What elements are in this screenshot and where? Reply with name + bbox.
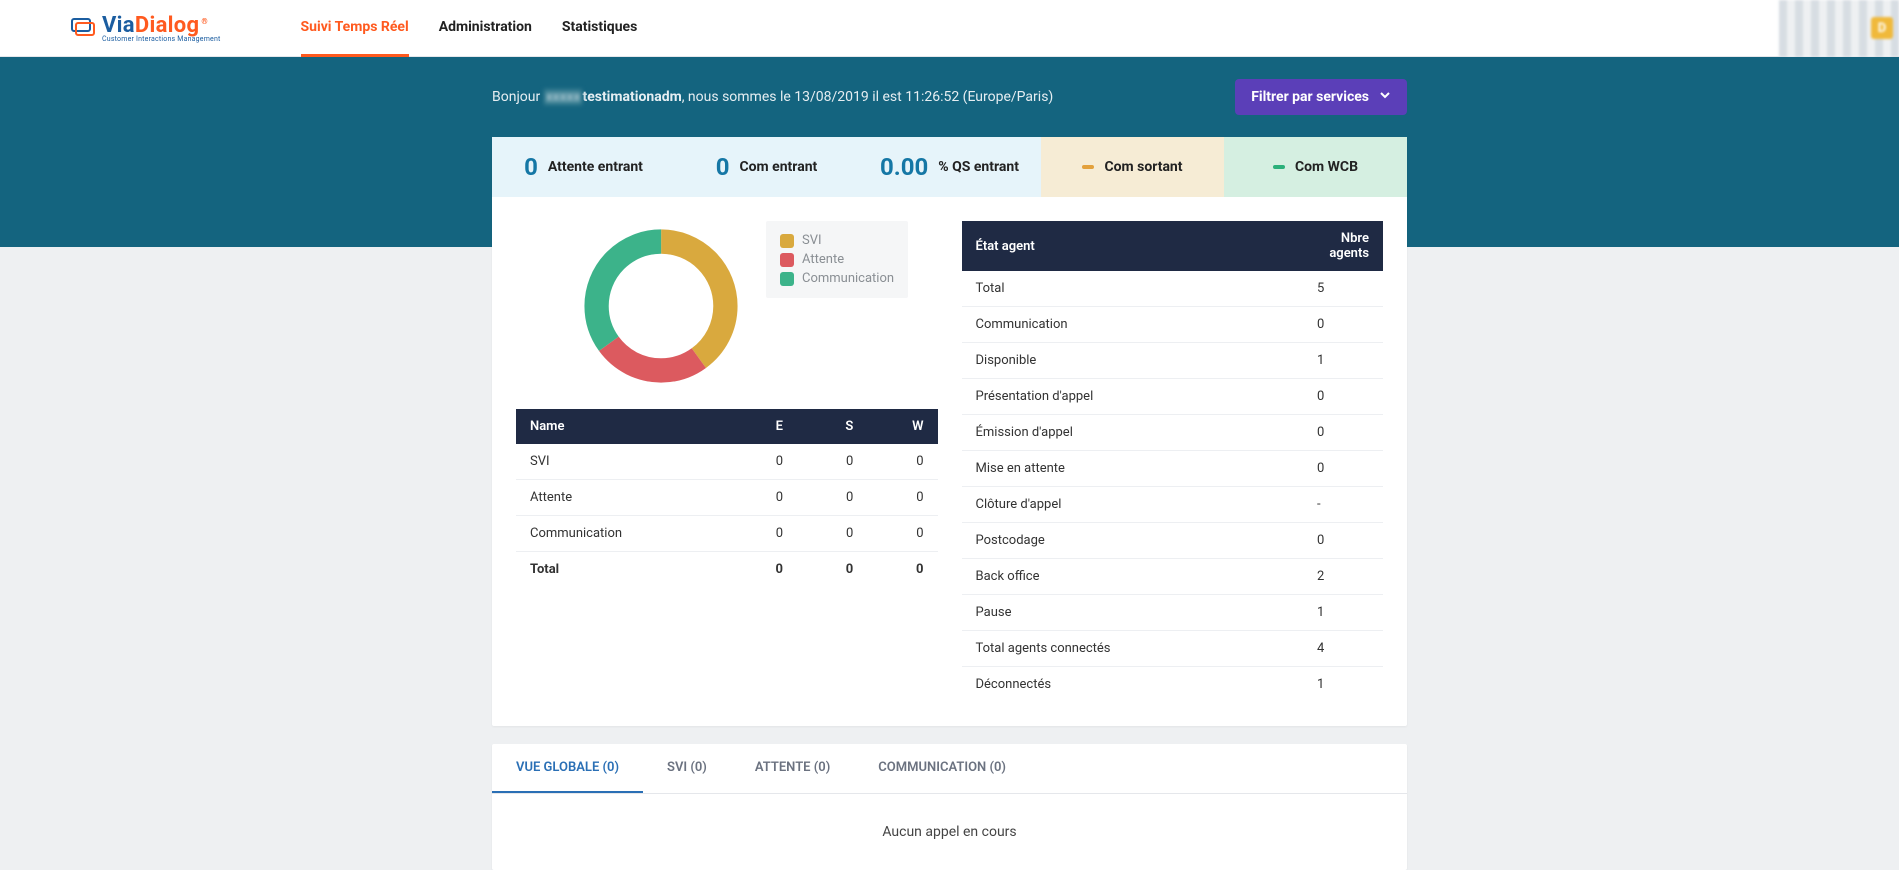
filter-services-label: Filtrer par services [1251,89,1369,105]
brand-tagline: Customer Interactions Management [102,35,221,43]
tab-attente[interactable]: ATTENTE (0) [731,744,854,793]
logo-icon [70,15,96,41]
legend-item-communication: Communication [780,269,894,288]
kpi-label: Attente entrant [548,159,643,175]
kpi-com-sortant: Com sortant [1041,137,1224,197]
table-row: Postcodage0 [962,523,1384,559]
kpi-value: 0.00 [880,153,928,181]
chevron-down-icon [1379,89,1391,105]
table-row: Back office2 [962,559,1384,595]
kpi-row: 0 Attente entrant 0 Com entrant 0.00 % Q… [492,137,1407,197]
kpi-attente-entrant: 0 Attente entrant [492,137,675,197]
th-name: Name [516,409,727,444]
table-row: SVI 0 0 0 [516,444,938,480]
table-row: Attente 0 0 0 [516,480,938,516]
table-row-total: Total 0 0 0 [516,552,938,588]
kpi-qs-entrant: 0.00 % QS entrant [858,137,1041,197]
table-row: Mise en attente0 [962,451,1384,487]
tab-communication[interactable]: COMMUNICATION (0) [854,744,1030,793]
th-e: E [727,409,797,444]
greeting-text: Bonjour xxxxxtestimationadm, nous sommes… [492,89,1053,105]
table-row: Clôture d'appel- [962,487,1384,523]
dash-icon [1082,165,1094,169]
table-row: Total5 [962,271,1384,307]
nav-tabs: Suivi Temps Réel Administration Statisti… [301,0,638,57]
th-w: W [867,409,937,444]
kpi-com-entrant: 0 Com entrant [675,137,858,197]
nav-tab-stats[interactable]: Statistiques [562,0,637,57]
nav-tab-admin[interactable]: Administration [439,0,532,57]
swatch-icon [780,253,794,267]
donut-legend: SVI Attente Communication [766,221,908,298]
brand-logo[interactable]: ViaDialog® Customer Interactions Managem… [70,13,221,43]
legend-item-svi: SVI [780,231,894,250]
user-avatar[interactable]: D [1871,17,1893,39]
kpi-value: 0 [716,153,730,181]
brand-reg: ® [201,17,208,26]
call-table: Name E S W SVI 0 0 0 Attente 0 [516,409,938,587]
th-s: S [797,409,867,444]
donut-chart-area: SVI Attente Communication [516,221,938,391]
tab-empty-message: Aucun appel en cours [492,794,1407,870]
agent-table: État agent Nbre agents Total5Communicati… [962,221,1384,702]
kpi-card: 0 Attente entrant 0 Com entrant 0.00 % Q… [492,137,1407,726]
tab-svi[interactable]: SVI (0) [643,744,731,793]
kpi-label: Com entrant [739,159,817,175]
donut-chart [576,221,746,391]
kpi-label: Com sortant [1104,159,1182,175]
th-agent-count: Nbre agents [1303,221,1383,271]
table-row: Disponible1 [962,343,1384,379]
tab-vue-globale[interactable]: VUE GLOBALE (0) [492,744,643,793]
calls-tabs: VUE GLOBALE (0) SVI (0) ATTENTE (0) COMM… [492,744,1407,794]
kpi-com-wcb: Com WCB [1224,137,1407,197]
filter-services-button[interactable]: Filtrer par services [1235,79,1407,115]
swatch-icon [780,272,794,286]
table-row: Émission d'appel0 [962,415,1384,451]
table-row: Déconnectés1 [962,667,1384,703]
kpi-label: Com WCB [1295,159,1358,175]
user-area[interactable]: D [1779,0,1899,57]
table-row: Pause1 [962,595,1384,631]
legend-item-attente: Attente [780,250,894,269]
table-row: Présentation d'appel0 [962,379,1384,415]
calls-tabs-card: VUE GLOBALE (0) SVI (0) ATTENTE (0) COMM… [492,744,1407,870]
top-nav: ViaDialog® Customer Interactions Managem… [0,0,1899,57]
nav-tab-realtime[interactable]: Suivi Temps Réel [301,0,409,57]
th-agent-state: État agent [962,221,1304,271]
table-row: Communication0 [962,307,1384,343]
table-row: Communication 0 0 0 [516,516,938,552]
kpi-label: % QS entrant [938,159,1019,175]
kpi-value: 0 [524,153,538,181]
swatch-icon [780,234,794,248]
dash-icon [1273,165,1285,169]
table-row: Total agents connectés4 [962,631,1384,667]
